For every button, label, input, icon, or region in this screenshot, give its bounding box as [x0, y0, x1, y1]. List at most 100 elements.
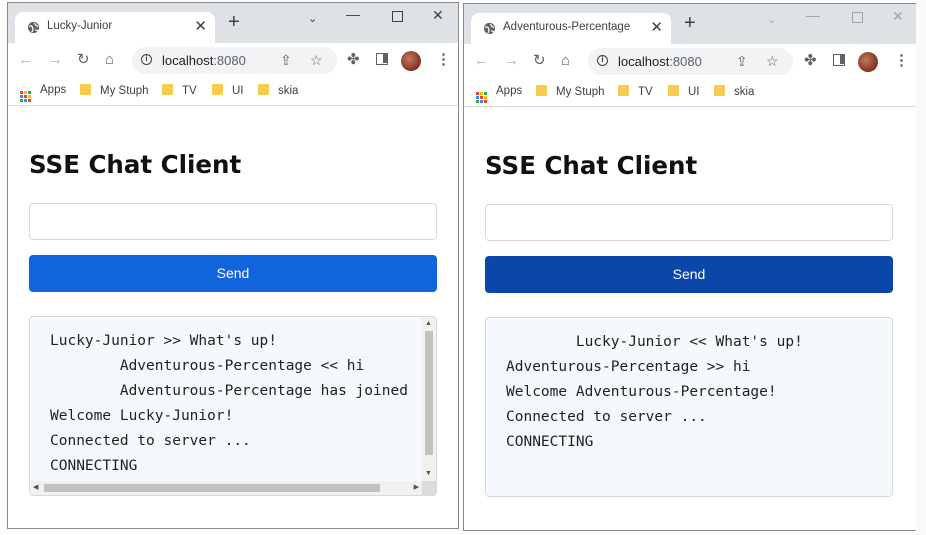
bookmark-star-icon[interactable]: ☆ [766, 53, 779, 70]
bookmark-my-stuph[interactable]: My Stuph [80, 84, 149, 97]
folder-icon [162, 84, 173, 95]
scroll-corner [422, 481, 436, 495]
globe-icon [483, 22, 496, 35]
tab-title: Lucky-Junior [47, 20, 113, 32]
address-bar[interactable]: i localhost:8080 ⇪ ☆ [132, 47, 337, 74]
site-info-icon[interactable]: i [141, 54, 152, 65]
forward-icon[interactable]: → [504, 53, 519, 69]
home-icon[interactable]: ⌂ [561, 53, 570, 69]
chat-log[interactable]: Lucky-Junior << What's up! Adventurous-P… [485, 317, 893, 497]
globe-icon [27, 21, 40, 34]
message-input[interactable] [29, 203, 437, 240]
close-window-icon[interactable]: ✕ [432, 8, 444, 22]
bookmark-skia[interactable]: skia [258, 84, 298, 97]
bookmark-ui[interactable]: UI [212, 84, 244, 97]
scroll-up-icon[interactable]: ▲ [425, 320, 432, 328]
maximize-icon[interactable] [392, 11, 403, 22]
tab-close-icon[interactable]: ✕ [650, 18, 663, 36]
log-line: Welcome Adventurous-Percentage! [506, 384, 777, 400]
horizontal-scroll-thumb[interactable] [44, 484, 380, 492]
maximize-icon[interactable] [852, 12, 863, 23]
folder-icon [618, 85, 629, 96]
log-line: Connected to server ... [506, 409, 707, 425]
forward-icon[interactable]: → [48, 52, 63, 68]
scroll-down-icon[interactable]: ▼ [425, 470, 432, 478]
side-panel-icon[interactable] [833, 54, 845, 66]
log-line: Lucky-Junior >> What's up! [50, 333, 277, 349]
scroll-right-icon[interactable]: ▶ [414, 484, 419, 492]
bookmark-tv[interactable]: TV [618, 85, 653, 98]
home-icon[interactable]: ⌂ [105, 52, 114, 68]
new-tab-button[interactable]: + [684, 13, 696, 33]
tab-active[interactable]: Lucky-Junior ✕ [15, 12, 215, 43]
bookmark-star-icon[interactable]: ☆ [310, 52, 323, 69]
share-icon[interactable]: ⇪ [280, 52, 292, 69]
log-line: Connected to server ... [50, 433, 251, 449]
address-bar[interactable]: i localhost:8080 ⇪ ☆ [588, 48, 793, 75]
log-line: CONNECTING [506, 434, 594, 450]
bookmark-tv[interactable]: TV [162, 84, 197, 97]
tab-search-icon[interactable]: ⌄ [767, 13, 776, 27]
log-line: Adventurous-Percentage >> hi [506, 359, 751, 375]
side-panel-icon[interactable] [376, 53, 388, 65]
apps-icon [20, 91, 31, 102]
horizontal-scrollbar[interactable]: ◀ ▶ [30, 481, 422, 495]
menu-icon[interactable]: ⋮ [894, 53, 909, 69]
message-input[interactable] [485, 204, 893, 241]
reload-icon[interactable]: ↻ [533, 53, 546, 69]
folder-icon [212, 84, 223, 95]
back-icon[interactable]: ← [474, 53, 489, 69]
bookmarks-bar: Apps My Stuph TV UI skia [8, 79, 458, 106]
page-title: SSE Chat Client [485, 151, 698, 180]
bookmark-apps[interactable]: Apps [476, 85, 522, 103]
minimize-icon[interactable]: — [346, 7, 360, 21]
close-window-icon[interactable]: ✕ [892, 9, 904, 23]
tab-active[interactable]: Adventurous-Percentage ✕ [471, 13, 671, 44]
page-content: SSE Chat Client Send Lucky-Junior << Wha… [464, 107, 917, 530]
back-icon[interactable]: ← [18, 52, 33, 68]
share-icon[interactable]: ⇪ [736, 53, 748, 70]
bookmark-my-stuph[interactable]: My Stuph [536, 85, 605, 98]
folder-icon [668, 85, 679, 96]
url-text: localhost:8080 [618, 54, 702, 69]
browser-toolbar: ← → ↻ ⌂ i localhost:8080 ⇪ ☆ ✤ ⋮ [8, 43, 458, 79]
title-bar[interactable]: Lucky-Junior ✕ + ⌄ — ✕ [8, 3, 458, 43]
log-line: CONNECTING [50, 458, 138, 474]
url-text: localhost:8080 [162, 53, 246, 68]
avatar[interactable] [858, 52, 878, 72]
bookmark-apps[interactable]: Apps [20, 84, 66, 102]
send-button[interactable]: Send [29, 255, 437, 292]
background-window-edge-right [916, 0, 926, 535]
send-button[interactable]: Send [485, 256, 893, 293]
extensions-icon[interactable]: ✤ [347, 52, 360, 68]
page-title: SSE Chat Client [29, 150, 242, 179]
log-line: Adventurous-Percentage has joined [50, 383, 408, 399]
bookmark-skia[interactable]: skia [714, 85, 754, 98]
vertical-scrollbar[interactable]: ▲ ▼ [422, 317, 436, 481]
reload-icon[interactable]: ↻ [77, 52, 90, 68]
vertical-scroll-thumb[interactable] [425, 331, 433, 455]
browser-toolbar: ← → ↻ ⌂ i localhost:8080 ⇪ ☆ ✤ ⋮ [464, 44, 917, 80]
scroll-left-icon[interactable]: ◀ [33, 484, 38, 492]
apps-icon [476, 92, 487, 103]
tab-close-icon[interactable]: ✕ [194, 17, 207, 35]
folder-icon [80, 84, 91, 95]
folder-icon [714, 85, 725, 96]
menu-icon[interactable]: ⋮ [436, 52, 451, 68]
browser-window-lucky-junior: Lucky-Junior ✕ + ⌄ — ✕ ← → ↻ ⌂ i localho… [7, 2, 459, 529]
folder-icon [536, 85, 547, 96]
new-tab-button[interactable]: + [228, 12, 240, 32]
tab-search-icon[interactable]: ⌄ [308, 12, 317, 26]
log-line: Welcome Lucky-Junior! [50, 408, 234, 424]
browser-window-adventurous-percentage: Adventurous-Percentage ✕ + ⌄ — ✕ ← → ↻ ⌂… [463, 3, 918, 531]
title-bar[interactable]: Adventurous-Percentage ✕ + ⌄ — ✕ [464, 4, 917, 44]
page-content: SSE Chat Client Send Lucky-Junior >> Wha… [8, 106, 458, 528]
site-info-icon[interactable]: i [597, 55, 608, 66]
minimize-icon[interactable]: — [806, 8, 820, 22]
extensions-icon[interactable]: ✤ [804, 53, 817, 69]
avatar[interactable] [401, 51, 421, 71]
chat-log[interactable]: Lucky-Junior >> What's up! Adventurous-P… [29, 316, 437, 496]
tab-title: Adventurous-Percentage [503, 21, 631, 33]
bookmark-ui[interactable]: UI [668, 85, 700, 98]
folder-icon [258, 84, 269, 95]
